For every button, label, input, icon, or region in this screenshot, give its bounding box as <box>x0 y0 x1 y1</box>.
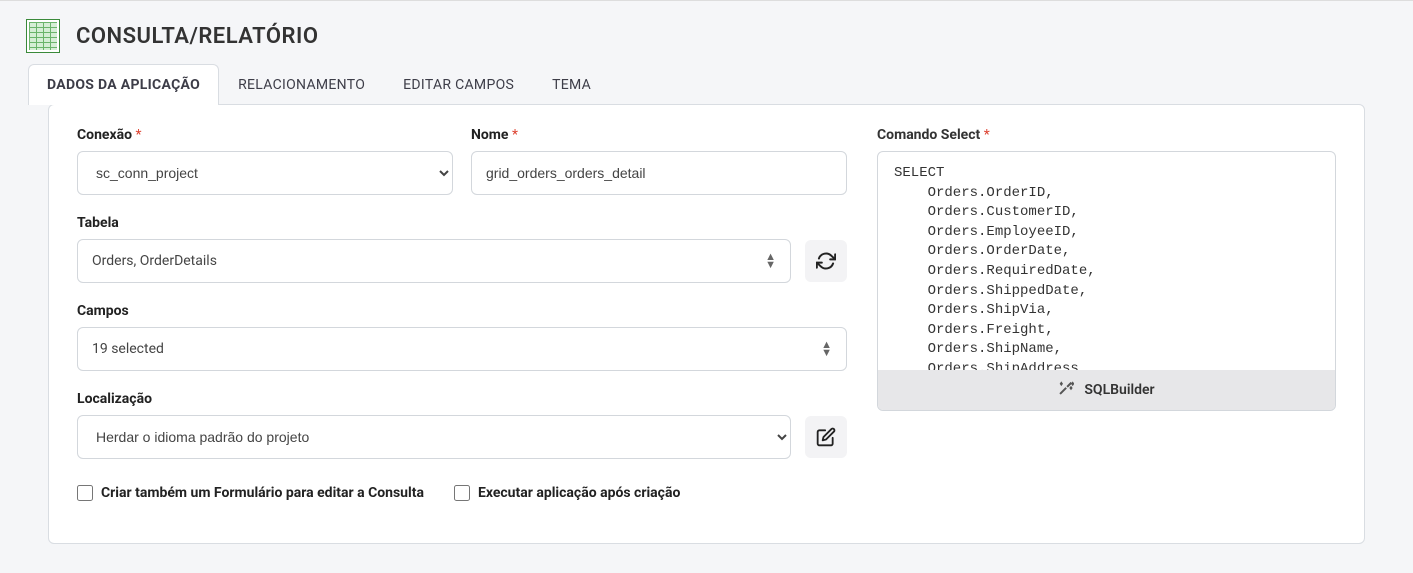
checkbox-create-form[interactable]: Criar também um Formulário para editar a… <box>77 485 424 501</box>
spreadsheet-icon <box>26 19 60 53</box>
tabs: DADOS DA APLICAÇÃO RELACIONAMENTO EDITAR… <box>24 63 1389 104</box>
fields-select-value: 19 selected <box>92 341 164 357</box>
pencil-square-icon <box>816 427 836 447</box>
refresh-icon <box>816 251 836 271</box>
table-select[interactable]: Orders, OrderDetails ▲▼ <box>77 239 791 283</box>
name-label: Nome <box>471 127 847 143</box>
checkbox-run-after[interactable]: Executar aplicação após criação <box>454 485 680 501</box>
table-select-value: Orders, OrderDetails <box>92 253 217 269</box>
locale-select[interactable]: Herdar o idioma padrão do projeto <box>77 415 791 459</box>
edit-locale-button[interactable] <box>805 416 847 458</box>
fields-select[interactable]: 19 selected ▲▼ <box>77 327 847 371</box>
name-input[interactable] <box>471 151 847 195</box>
sql-builder-button[interactable]: SQLBuilder <box>878 370 1335 410</box>
tab-editar-campos[interactable]: EDITAR CAMPOS <box>384 64 533 105</box>
form-panel: Conexão sc_conn_project Nome Tabela Orde… <box>48 104 1365 544</box>
locale-label: Localização <box>77 391 847 407</box>
table-label: Tabela <box>77 215 847 231</box>
page-title: CONSULTA/RELATÓRIO <box>76 24 319 49</box>
connection-label: Conexão <box>77 127 453 143</box>
fields-label: Campos <box>77 303 847 319</box>
tab-tema[interactable]: TEMA <box>533 64 610 105</box>
refresh-button[interactable] <box>805 240 847 282</box>
chevron-updown-icon: ▲▼ <box>765 253 776 268</box>
connection-select[interactable]: sc_conn_project <box>77 151 453 195</box>
chevron-updown-icon: ▲▼ <box>821 341 832 356</box>
sql-label: Comando Select <box>877 127 1336 143</box>
sql-textarea[interactable]: SELECT Orders.OrderID, Orders.CustomerID… <box>878 152 1335 370</box>
checkbox-create-form-input[interactable] <box>77 485 93 501</box>
magic-wand-icon <box>1058 380 1074 400</box>
tab-dados[interactable]: DADOS DA APLICAÇÃO <box>28 64 219 105</box>
tab-relacionamento[interactable]: RELACIONAMENTO <box>219 64 384 105</box>
checkbox-run-after-input[interactable] <box>454 485 470 501</box>
